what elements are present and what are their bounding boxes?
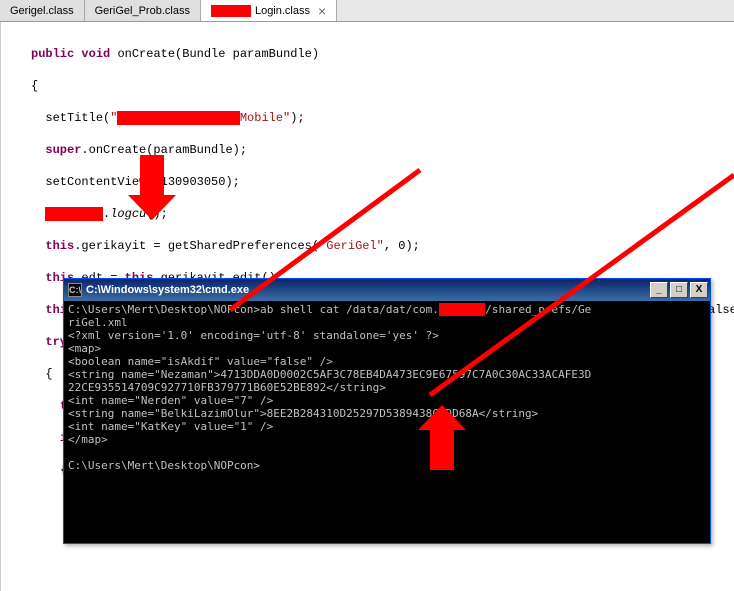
tab-gerigelprob[interactable]: GeriGel_Prob.class — [85, 0, 201, 21]
redacted-block — [211, 5, 251, 17]
cmd-icon: C:\ — [68, 283, 82, 297]
tab-login[interactable]: Login.class × — [201, 0, 337, 21]
cmd-output: C:\Users\Mert\Desktop\NOPcon>ab shell ca… — [64, 301, 710, 543]
tab-gerigel[interactable]: Gerigel.class — [0, 0, 85, 21]
cmd-titlebar[interactable]: C:\ C:\Windows\system32\cmd.exe _ □ X — [64, 279, 710, 301]
cmd-window[interactable]: C:\ C:\Windows\system32\cmd.exe _ □ X C:… — [63, 278, 711, 544]
maximize-button[interactable]: □ — [670, 282, 688, 298]
editor-tabs: Gerigel.class GeriGel_Prob.class Login.c… — [0, 0, 734, 22]
minimize-button[interactable]: _ — [650, 282, 668, 298]
close-button[interactable]: X — [690, 282, 708, 298]
cmd-title: C:\Windows\system32\cmd.exe — [86, 284, 650, 296]
close-icon[interactable]: × — [318, 3, 326, 19]
